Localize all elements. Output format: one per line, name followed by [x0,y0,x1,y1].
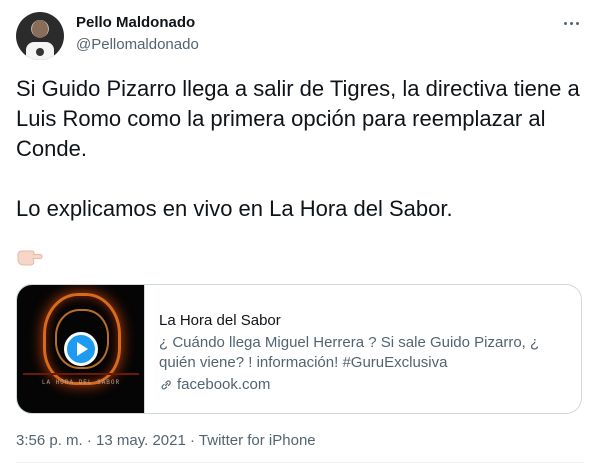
tweet: Pello Maldonado @Pellomaldonado Si Guido… [0,0,599,468]
author-name[interactable]: Pello Maldonado [76,14,195,31]
tweet-time[interactable]: 3:56 p. m. [16,432,83,449]
link-icon [161,380,171,390]
tweet-source[interactable]: Twitter for iPhone [199,432,316,449]
card-title: La Hora del Sabor [159,312,281,329]
divider [16,462,584,463]
card-description: ¿ Cuándo llega Miguel Herrera ? Si sale … [159,334,540,371]
tweet-text: Si Guido Pizarro llega a salir de Tigres… [16,74,584,224]
thumbnail-caption: LA HORA DEL SABOR [41,379,121,386]
avatar[interactable] [16,12,64,60]
more-dot [563,21,567,25]
author-handle[interactable]: @Pellomaldonado [76,36,199,53]
avatar-shirt-logo [36,48,44,56]
link-card[interactable]: LA HORA DEL SABOR La Hora del Sabor ¿ Cu… [16,284,582,414]
card-info: La Hora del Sabor ¿ Cuándo llega Miguel … [159,311,573,395]
play-icon[interactable] [64,332,98,366]
hand-pointing-right-icon [17,250,43,266]
avatar-head [32,20,48,38]
play-triangle [77,342,88,356]
more-dot [569,21,573,25]
more-options-icon[interactable] [560,12,582,34]
more-dot [575,21,579,25]
tweet-meta: 3:56 p. m. · 13 may. 2021 · Twitter for … [16,432,316,449]
meta-separator: · [86,432,92,449]
card-thumbnail[interactable]: LA HORA DEL SABOR [17,285,145,413]
meta-separator: · [190,432,195,449]
thumbnail-bar [23,373,139,375]
card-domain-row: facebook.com [159,375,573,395]
tweet-paragraph-2: Lo explicamos en vivo en La Hora del Sab… [16,196,453,221]
tweet-paragraph-1: Si Guido Pizarro llega a salir de Tigres… [16,76,580,161]
tweet-date[interactable]: 13 may. 2021 [96,432,186,449]
card-domain: facebook.com [177,376,271,393]
